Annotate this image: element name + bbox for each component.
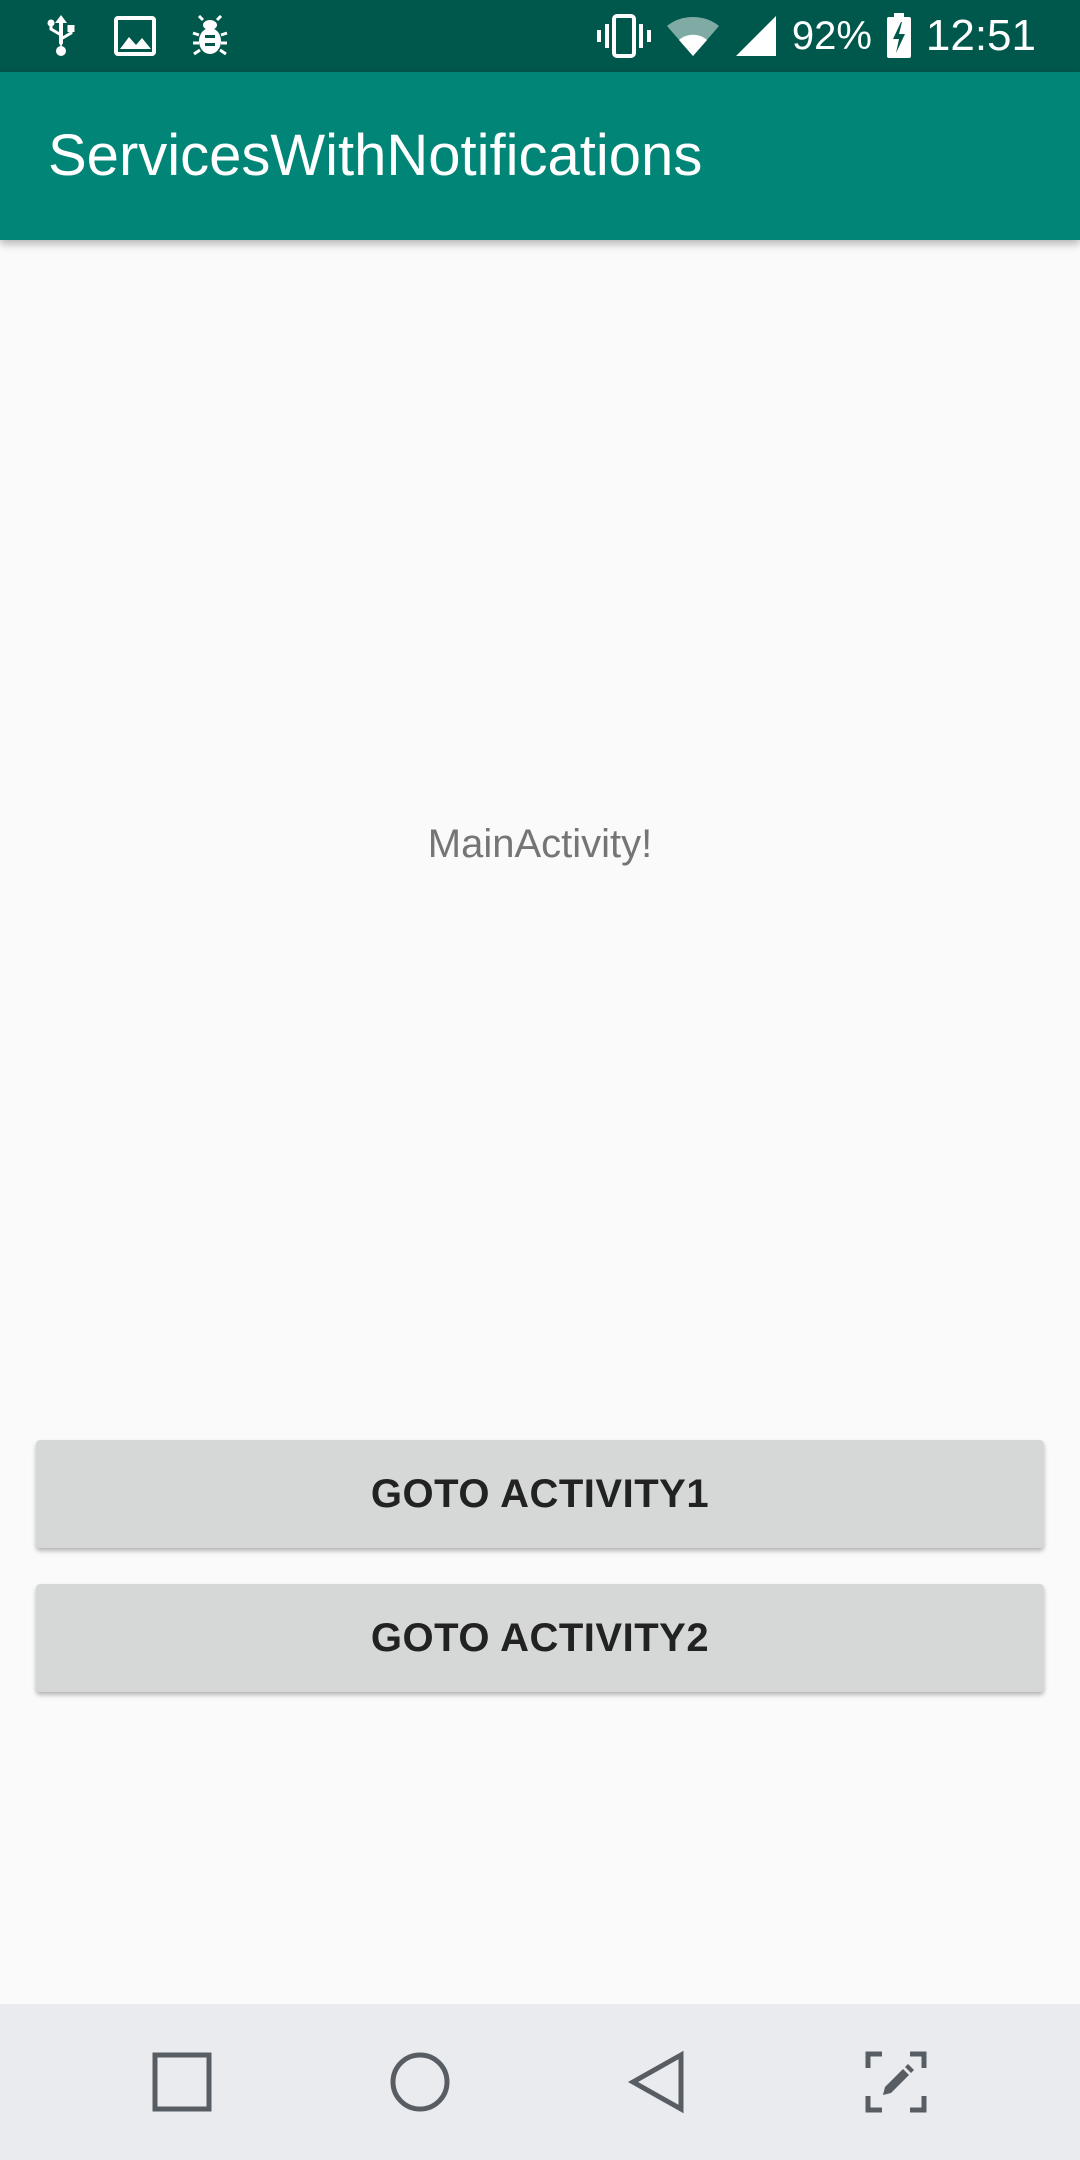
clock-time: 12:51 bbox=[925, 11, 1036, 60]
status-right-icons: 92% 12:51 bbox=[596, 10, 1036, 62]
back-triangle-icon[interactable] bbox=[598, 2004, 718, 2160]
main-activity-label: MainActivity! bbox=[427, 822, 653, 866]
goto-activity2-button[interactable]: GOTO ACTIVITY2 bbox=[36, 1584, 1044, 1692]
app-bar: ServicesWithNotifications bbox=[0, 72, 1080, 240]
status-left-icons bbox=[44, 12, 228, 60]
status-bar: 92% 12:51 bbox=[0, 0, 1080, 72]
vibrate-icon bbox=[596, 14, 652, 58]
battery-percent: 92% bbox=[791, 14, 872, 58]
recents-square-icon[interactable] bbox=[122, 2004, 242, 2160]
signal-icon bbox=[734, 14, 778, 58]
screenshot-edit-icon[interactable] bbox=[836, 2004, 956, 2160]
goto-activity1-button[interactable]: GOTO ACTIVITY1 bbox=[36, 1440, 1044, 1548]
wifi-icon bbox=[666, 14, 720, 58]
home-circle-icon[interactable] bbox=[360, 2004, 480, 2160]
bug-icon bbox=[192, 15, 228, 57]
battery-icon bbox=[886, 13, 912, 59]
navigation-bar bbox=[0, 2004, 1080, 2160]
app-title: ServicesWithNotifications bbox=[48, 123, 703, 188]
usb-icon bbox=[44, 13, 78, 59]
image-icon bbox=[114, 16, 156, 56]
